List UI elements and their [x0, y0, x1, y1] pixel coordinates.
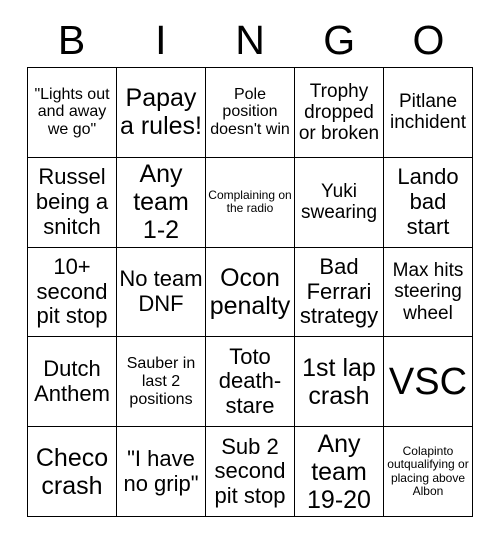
- bingo-cell[interactable]: "I have no grip": [117, 427, 206, 517]
- bingo-cell[interactable]: Sauber in last 2 positions: [117, 337, 206, 428]
- bingo-cell[interactable]: Ocon penalty: [206, 247, 295, 338]
- bingo-cell-label: Pole position doesn't win: [210, 85, 290, 139]
- bingo-cell-label: Pitlane inchident: [389, 91, 467, 134]
- bingo-cell-label: Papaya rules!: [120, 84, 202, 141]
- bingo-cell-label: Lando bad start: [397, 164, 459, 239]
- bingo-cell[interactable]: Sub 2 second pit stop: [206, 427, 295, 517]
- bingo-cell-label: Colapinto outqualifying or placing above…: [387, 443, 469, 499]
- bingo-header-letter-n: N: [235, 17, 265, 63]
- bingo-cell[interactable]: "Lights out and away we go": [28, 68, 117, 158]
- bingo-cell-label: Max hits steering wheel: [392, 260, 464, 324]
- bingo-cell[interactable]: Max hits steering wheel: [384, 247, 473, 338]
- bingo-cell-label: Toto death-stare: [218, 343, 282, 419]
- bingo-cell[interactable]: Pitlane inchident: [384, 68, 473, 158]
- bingo-grid: "Lights out and away we go" Papaya rules…: [27, 67, 473, 517]
- bingo-cell-label: Dutch Anthem: [34, 356, 110, 406]
- bingo-cell[interactable]: Any team 19-20: [295, 427, 384, 517]
- bingo-cell-label: Trophy dropped or broken: [298, 80, 380, 145]
- bingo-cell-label: 1st lap crash: [302, 353, 376, 410]
- bingo-cell[interactable]: Complaining on the radio: [206, 157, 295, 248]
- bingo-cell-label: Checo crash: [35, 443, 109, 500]
- bingo-cell[interactable]: 1st lap crash: [295, 337, 384, 428]
- bingo-header-letter-i: I: [155, 17, 167, 63]
- bingo-cell-label: Sauber in last 2 positions: [126, 354, 196, 408]
- bingo-header-letter-b: B: [57, 17, 86, 63]
- bingo-header-letter-o: O: [412, 17, 445, 63]
- bingo-cell-label: Sub 2 second pit stop: [214, 433, 286, 508]
- bingo-header-row: B I N G O: [27, 14, 473, 67]
- bingo-cell[interactable]: Russel being a snitch: [28, 157, 117, 248]
- bingo-cell-label: "I have no grip": [123, 445, 199, 496]
- bingo-cell[interactable]: 10+ second pit stop: [28, 247, 117, 338]
- bingo-cell-label: Any team 1-2: [133, 160, 189, 245]
- bingo-cell-label: Any team 19-20: [307, 429, 371, 514]
- bingo-cell[interactable]: Dutch Anthem: [28, 337, 117, 428]
- bingo-cell-label: No team DNF: [119, 266, 203, 316]
- bingo-cell[interactable]: Yuki swearing: [295, 157, 384, 248]
- bingo-cell-label: 10+ second pit stop: [36, 254, 108, 329]
- bingo-cell[interactable]: Papaya rules!: [117, 68, 206, 158]
- bingo-cell-label: Ocon penalty: [209, 263, 291, 320]
- bingo-cell[interactable]: Toto death-stare: [206, 337, 295, 428]
- bingo-cell-label: Bad Ferrari strategy: [299, 254, 379, 329]
- bingo-cell[interactable]: Colapinto outqualifying or placing above…: [384, 427, 473, 517]
- bingo-cell[interactable]: Pole position doesn't win: [206, 68, 295, 158]
- bingo-header-letter-g: G: [323, 17, 356, 63]
- bingo-cell[interactable]: VSC: [384, 337, 473, 428]
- bingo-cell-label: Russel being a snitch: [35, 164, 109, 239]
- bingo-cell-label: VSC: [388, 360, 468, 403]
- bingo-cell[interactable]: No team DNF: [117, 247, 206, 338]
- bingo-cell-label: "Lights out and away we go": [34, 85, 110, 139]
- bingo-cell-label: Complaining on the radio: [208, 187, 292, 216]
- bingo-cell[interactable]: Any team 1-2: [117, 157, 206, 248]
- bingo-cell[interactable]: Lando bad start: [384, 157, 473, 248]
- bingo-cell[interactable]: Checo crash: [28, 427, 117, 517]
- bingo-card: B I N G O "Lights out and away we go" Pa…: [0, 0, 500, 544]
- bingo-cell-label: Yuki swearing: [300, 180, 378, 224]
- bingo-cell[interactable]: Trophy dropped or broken: [295, 68, 384, 158]
- bingo-cell[interactable]: Bad Ferrari strategy: [295, 247, 384, 338]
